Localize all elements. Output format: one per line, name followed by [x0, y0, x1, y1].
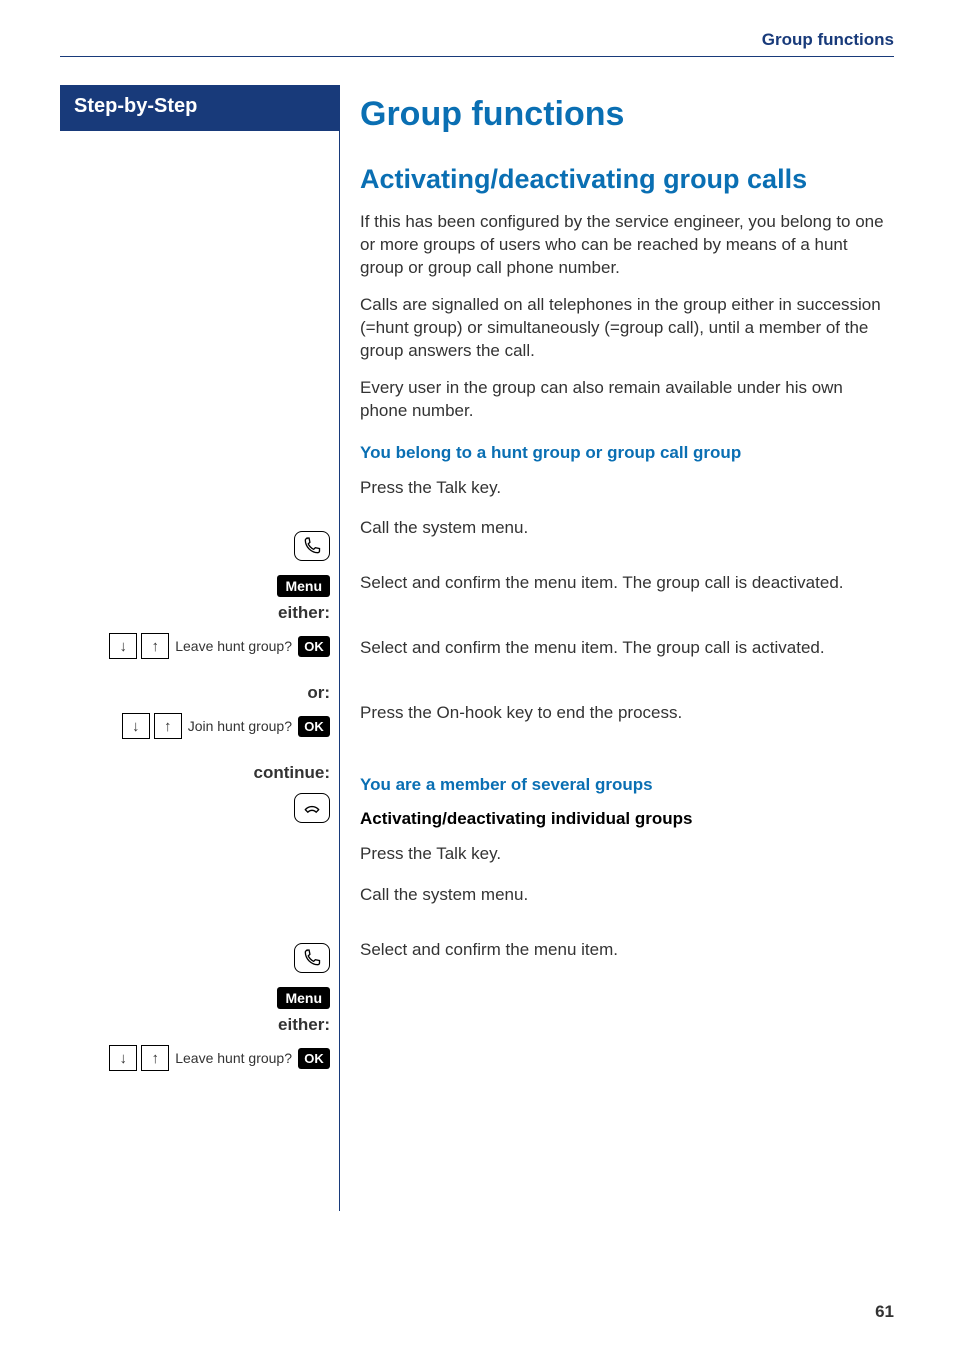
ok-badge: OK — [298, 1048, 330, 1069]
step-text: Select and confirm the menu item. The gr… — [360, 637, 894, 660]
sidebar: Step-by-Step Menu either: — [60, 85, 340, 1211]
ok-badge: OK — [298, 636, 330, 657]
page-number: 61 — [875, 1302, 894, 1322]
label-either-2: either: — [60, 1015, 340, 1035]
subheading-black: Activating/deactivating individual group… — [360, 809, 894, 829]
step-text: Select and confirm the menu item. The gr… — [360, 572, 894, 595]
arrow-group: ↓ ↑ — [109, 633, 169, 659]
subheading: You are a member of several groups — [360, 775, 894, 795]
paragraph: If this has been configured by the servi… — [360, 211, 894, 280]
content-columns: Step-by-Step Menu either: — [60, 85, 894, 1211]
subheading: You belong to a hunt group or group call… — [360, 443, 894, 463]
step-talk-key-2 — [60, 943, 340, 973]
step-leave-hunt-2: ↓ ↑ Leave hunt group? OK — [60, 1045, 340, 1071]
arrow-group: ↓ ↑ — [122, 713, 182, 739]
label-or: or: — [60, 683, 340, 703]
page: Group functions Step-by-Step Menu either — [0, 0, 954, 1352]
up-arrow-icon: ↑ — [141, 1045, 169, 1071]
running-header: Group functions — [60, 30, 894, 57]
step-text: Press the On-hook key to end the process… — [360, 702, 894, 725]
arrow-group: ↓ ↑ — [109, 1045, 169, 1071]
step-onhook-key — [60, 793, 340, 823]
step-join-hunt: ↓ ↑ Join hunt group? OK — [60, 713, 340, 739]
leave-hunt-label-2: Leave hunt group? — [175, 1050, 292, 1066]
menu-badge: Menu — [277, 575, 330, 597]
talk-key-icon — [294, 943, 330, 973]
onhook-key-icon — [294, 793, 330, 823]
page-title: Group functions — [360, 95, 894, 134]
section-heading: Activating/deactivating group calls — [360, 164, 894, 195]
step-talk-key — [60, 531, 340, 561]
step-text: Call the system menu. — [360, 517, 894, 540]
ok-badge: OK — [298, 716, 330, 737]
menu-badge: Menu — [277, 987, 330, 1009]
up-arrow-icon: ↑ — [141, 633, 169, 659]
step-leave-hunt: ↓ ↑ Leave hunt group? OK — [60, 633, 340, 659]
step-text: Call the system menu. — [360, 884, 894, 907]
main-content: Group functions Activating/deactivating … — [340, 85, 894, 976]
label-continue: continue: — [60, 763, 340, 783]
talk-key-icon — [294, 531, 330, 561]
paragraph: Every user in the group can also remain … — [360, 377, 894, 423]
step-text: Select and confirm the menu item. — [360, 939, 894, 962]
label-either: either: — [60, 603, 340, 623]
sidebar-rule: Menu either: ↓ ↑ Leave hunt group? OK or… — [60, 131, 340, 1211]
down-arrow-icon: ↓ — [109, 1045, 137, 1071]
step-menu-badge: Menu — [60, 575, 340, 597]
paragraph: Calls are signalled on all telephones in… — [360, 294, 894, 363]
sidebar-title: Step-by-Step — [60, 85, 340, 131]
down-arrow-icon: ↓ — [122, 713, 150, 739]
leave-hunt-label: Leave hunt group? — [175, 638, 292, 654]
step-menu-badge-2: Menu — [60, 987, 340, 1009]
header-text: Group functions — [762, 30, 894, 50]
join-hunt-label: Join hunt group? — [188, 718, 292, 734]
step-text: Press the Talk key. — [360, 477, 894, 500]
up-arrow-icon: ↑ — [154, 713, 182, 739]
step-text: Press the Talk key. — [360, 843, 894, 866]
down-arrow-icon: ↓ — [109, 633, 137, 659]
